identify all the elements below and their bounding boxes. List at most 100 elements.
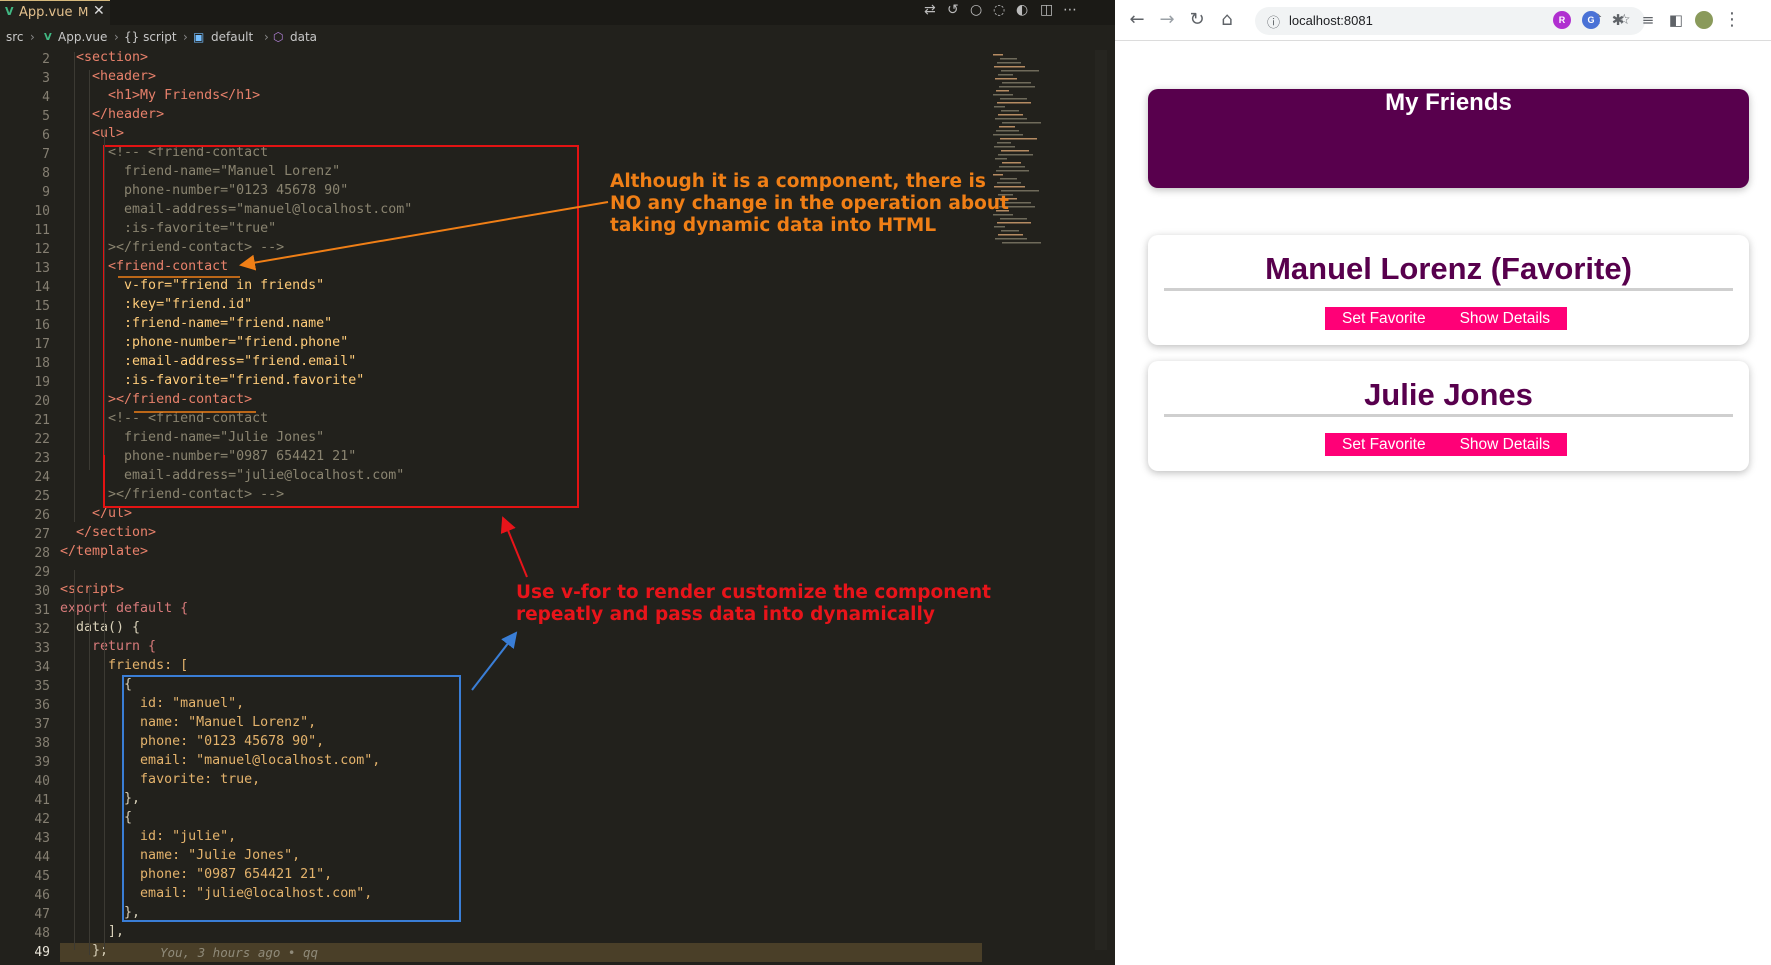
tab-app-vue[interactable]: V App.vue M ✕ <box>0 0 110 25</box>
minimap-line <box>993 54 1003 56</box>
code-line: }; <box>60 943 109 958</box>
show-details-button[interactable]: Show Details <box>1442 433 1568 456</box>
line-number: 2 <box>42 52 50 67</box>
code-line: </header> <box>60 107 165 122</box>
line-number: 11 <box>34 223 50 238</box>
extension-icon[interactable]: R <box>1553 11 1571 29</box>
close-tab-icon[interactable]: ✕ <box>93 3 105 19</box>
minimap-line <box>1002 122 1041 124</box>
line-number: 24 <box>34 470 50 485</box>
line-number: 38 <box>34 736 50 751</box>
breadcrumb-file[interactable]: App.vue <box>58 30 107 44</box>
line-number: 41 <box>34 793 50 808</box>
minimap-line <box>1001 150 1029 152</box>
minimap-line <box>1002 162 1021 164</box>
info-icon[interactable]: ⓘ <box>1267 12 1280 31</box>
line-number: 42 <box>34 812 50 827</box>
code-line: export default { <box>60 601 189 616</box>
divider <box>1164 288 1733 291</box>
puzzle-icon[interactable]: ✱ <box>1606 8 1630 32</box>
breadcrumb-default[interactable]: default <box>211 30 253 44</box>
line-number: 18 <box>34 356 50 371</box>
friend-name: Manuel Lorenz (Favorite) <box>1265 251 1632 286</box>
url-text[interactable]: localhost:8081 <box>1289 13 1373 28</box>
source-control-icon[interactable]: ⇄ <box>924 2 936 18</box>
line-number: 6 <box>42 128 50 143</box>
timeline-icon[interactable]: ◐ <box>1016 2 1028 18</box>
breadcrumb: src › V App.vue › {} script › ▣ default … <box>0 28 1115 48</box>
friend-card: Manuel Lorenz (Favorite) Set Favorite Sh… <box>1148 235 1749 345</box>
minimap-line <box>1000 98 1027 100</box>
set-favorite-button[interactable]: Set Favorite <box>1325 307 1443 330</box>
line-number: 13 <box>34 261 50 276</box>
line-number: 26 <box>34 508 50 523</box>
minimap-line <box>997 142 1011 144</box>
minimap-line <box>1001 110 1019 112</box>
editor-scrollbar[interactable] <box>1095 50 1107 950</box>
go-back-icon[interactable]: ↺ <box>947 2 959 18</box>
forward-icon[interactable]: → <box>1155 8 1179 32</box>
orange-annotation-line: NO any change in the operation about <box>610 193 1009 214</box>
side-panel-icon[interactable]: ◧ <box>1664 8 1688 32</box>
chevron-right-icon: › <box>30 30 35 44</box>
blue-arrow <box>471 631 518 691</box>
minimap-line <box>994 146 1015 148</box>
breadcrumb-src[interactable]: src <box>6 30 24 44</box>
line-number: 36 <box>34 698 50 713</box>
minimap-line <box>1002 242 1041 244</box>
reload-icon[interactable]: ↻ <box>1185 8 1209 32</box>
minimap-line <box>1000 58 1017 60</box>
code-editor[interactable]: V App.vue M ✕ ⇄ ↺ ○ ◌ ◐ ◫ ⋯ src › V App.… <box>0 0 1115 965</box>
vue-icon: V <box>5 5 14 18</box>
line-number: 40 <box>34 774 50 789</box>
split-editor-icon[interactable]: ◫ <box>1040 2 1053 18</box>
breadcrumb-data[interactable]: data <box>290 30 317 44</box>
line-number: 37 <box>34 717 50 732</box>
minimap[interactable] <box>985 50 1060 270</box>
browser-window: ← → ↻ ⌂ ⓘ localhost:8081 ⇪ ☆ R G ✱ ≡ ◧ ⋮… <box>1115 0 1771 965</box>
chevron-right-icon: › <box>183 30 188 44</box>
avatar[interactable] <box>1695 11 1713 29</box>
minimap-line <box>995 158 1007 160</box>
minimap-line <box>1000 138 1037 140</box>
code-line: <ul> <box>60 126 125 141</box>
line-number: 46 <box>34 888 50 903</box>
set-favorite-button[interactable]: Set Favorite <box>1325 433 1443 456</box>
code-line: <h1>My Friends</h1> <box>60 88 261 103</box>
translate-extension-icon[interactable]: G <box>1582 11 1600 29</box>
minimap-line <box>998 154 1033 156</box>
vue-icon: V <box>44 32 52 43</box>
minimap-line <box>993 94 1013 96</box>
circle-icon[interactable]: ○ <box>970 2 982 18</box>
breadcrumb-script[interactable]: {} script <box>124 30 177 44</box>
line-number: 17 <box>34 337 50 352</box>
indent-guide <box>104 600 105 950</box>
red-annotation-line: Use v-for to render customize the compon… <box>516 582 991 603</box>
page-title: My Friends <box>1385 89 1512 116</box>
line-number: 16 <box>34 318 50 333</box>
line-number: 12 <box>34 242 50 257</box>
menu-icon[interactable]: ⋮ <box>1720 8 1744 32</box>
circle-arrow-icon[interactable]: ◌ <box>993 2 1005 18</box>
orange-annotation-line: Although it is a component, there is <box>610 171 986 192</box>
red-arrow <box>500 516 528 578</box>
line-number: 14 <box>34 280 50 295</box>
line-number: 39 <box>34 755 50 770</box>
line-number: 43 <box>34 831 50 846</box>
chevron-right-icon: › <box>264 30 269 44</box>
line-number: 22 <box>34 432 50 447</box>
line-number: 48 <box>34 926 50 941</box>
code-line: data() { <box>60 620 141 635</box>
orange-annotation-line: taking dynamic data into HTML <box>610 215 937 236</box>
reading-list-icon[interactable]: ≡ <box>1636 8 1660 32</box>
more-actions-icon[interactable]: ⋯ <box>1063 2 1077 18</box>
minimap-line <box>997 102 1031 104</box>
minimap-line <box>997 62 1021 64</box>
indent-guide <box>74 570 75 950</box>
show-details-button[interactable]: Show Details <box>1442 307 1568 330</box>
line-number: 25 <box>34 489 50 504</box>
line-number: 4 <box>42 90 50 105</box>
line-number: 8 <box>42 166 50 181</box>
back-icon[interactable]: ← <box>1125 8 1149 32</box>
home-icon[interactable]: ⌂ <box>1215 8 1239 32</box>
